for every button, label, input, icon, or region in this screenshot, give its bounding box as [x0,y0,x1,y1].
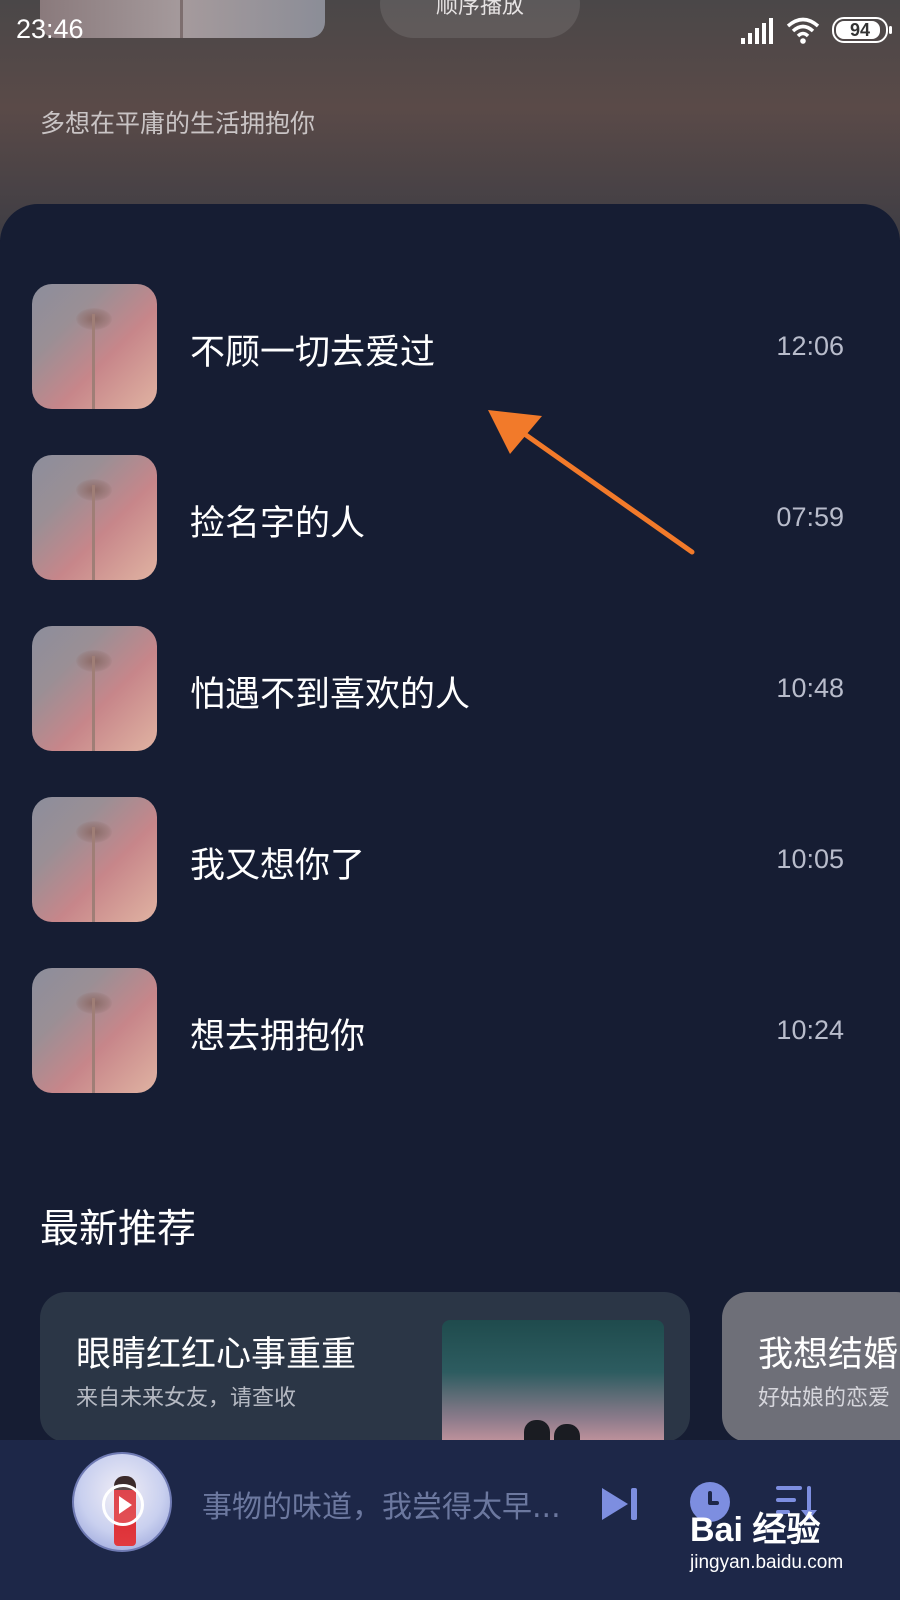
song-cover [32,455,157,580]
song-duration: 07:59 [776,502,844,532]
annotation-arrow-icon [488,410,695,555]
recommend-card-subtitle: 来自未来女友，请查收 [76,1386,297,1411]
song-title: 不顾一切去爱过 [190,333,436,373]
song-duration: 12:06 [776,331,844,361]
recommend-card-image [442,1320,664,1442]
song-cover [32,626,157,751]
baidu-jingyan-watermark: Bai 经验 jingyan.baidu.com [690,1502,890,1592]
song-list-panel: 不顾一切去爱过 12:06 捡名字的人 07:59 怕遇不到喜欢的人 10:48… [0,204,900,1444]
song-title: 怕遇不到喜欢的人 [190,675,471,715]
wifi-icon [786,17,820,44]
battery-level: 94 [849,19,871,40]
recommend-card-subtitle: 好姑娘的恋爱 [758,1386,891,1411]
song-row[interactable]: 想去拥抱你 10:24 [0,968,900,1093]
recommend-card-title: 眼睛红红心事重重 [76,1335,357,1375]
status-time: 23:46 [16,14,84,44]
recommend-card[interactable]: 眼睛红红心事重重 来自未来女友，请查收 [40,1292,690,1442]
song-row[interactable]: 怕遇不到喜欢的人 10:48 [0,626,900,751]
battery-icon: 94 [832,17,892,43]
skip-next-icon[interactable] [600,1486,640,1522]
recommend-card[interactable]: 我想结婚 好姑娘的恋爱 [722,1292,900,1442]
play-icon[interactable] [102,1484,144,1526]
watermark-logo: Bai 经验 [690,1511,821,1549]
song-duration: 10:48 [776,673,844,703]
watermark-url: jingyan.baidu.com [690,1552,844,1573]
playlist-description: 多想在平庸的生活拥抱你 [40,109,316,138]
cellular-signal-icon [741,18,773,44]
recommend-card-title: 我想结婚 [758,1335,899,1375]
song-row[interactable]: 不顾一切去爱过 12:06 [0,284,900,409]
song-row[interactable]: 我又想你了 10:05 [0,797,900,922]
song-cover [32,284,157,409]
song-cover [32,797,157,922]
song-row[interactable]: 捡名字的人 07:59 [0,455,900,580]
song-duration: 10:05 [776,844,844,874]
song-title: 想去拥抱你 [190,1017,366,1057]
status-bar: 23:46 94 [0,0,900,62]
now-playing-cover[interactable] [72,1452,172,1552]
song-duration: 10:24 [776,1015,844,1045]
song-cover [32,968,157,1093]
song-title: 捡名字的人 [190,504,366,544]
now-playing-title: 事物的味道，我尝得太早... [202,1490,561,1525]
song-title: 我又想你了 [190,846,366,886]
section-title: 最新推荐 [40,1207,197,1252]
